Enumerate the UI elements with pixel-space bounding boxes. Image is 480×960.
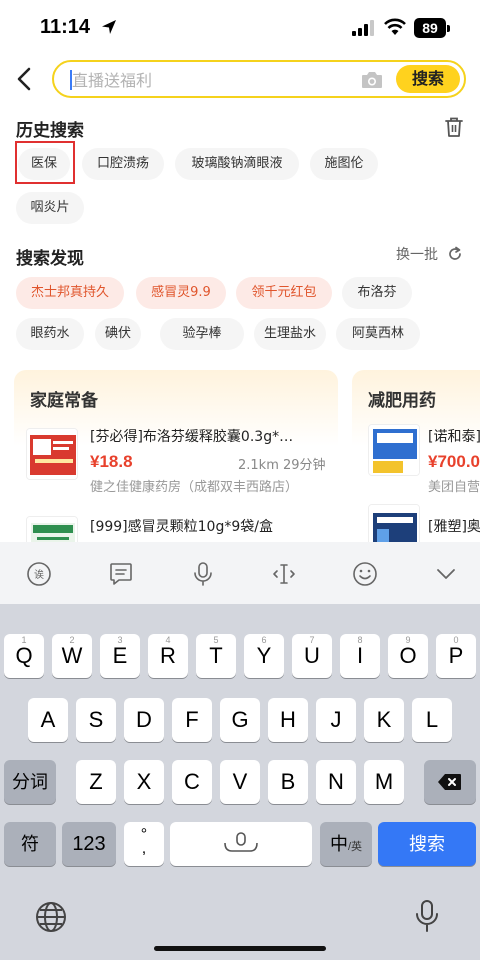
discover-chip[interactable]: 眼药水 (16, 318, 84, 350)
microphone-icon[interactable] (189, 560, 217, 588)
status-bar: 11:14 89 (0, 0, 480, 56)
product-title[interactable]: [诺和泰] (428, 426, 480, 446)
clipboard-icon[interactable] (107, 560, 135, 588)
input-method-icon[interactable]: 诶 (25, 560, 53, 588)
cursor-move-icon[interactable] (270, 560, 298, 588)
shop-name[interactable]: 健之佳健康药房（成都双丰西路店） (90, 476, 336, 495)
product-price: ¥700.0 (428, 452, 480, 471)
battery-tip (447, 25, 450, 32)
key-j[interactable]: J (316, 698, 356, 742)
key-x[interactable]: X (124, 760, 164, 804)
discover-chip[interactable]: 阿莫西林 (336, 318, 420, 350)
search-bar[interactable]: 搜索 (52, 60, 466, 98)
key-t[interactable]: 5T (196, 634, 236, 678)
globe-icon[interactable] (34, 900, 68, 934)
status-time: 11:14 (40, 16, 91, 38)
discover-chip-hot[interactable]: 杰士邦真持久 (16, 277, 124, 309)
history-chip[interactable]: 施图伦 (310, 148, 378, 180)
key-b[interactable]: B (268, 760, 308, 804)
category-card-family[interactable]: 家庭常备 [芬必得]布洛芬缓释胶囊0.3g*… ¥18.8 2.1km 29分钟… (14, 370, 338, 570)
key-d[interactable]: D (124, 698, 164, 742)
language-switch-key[interactable]: 中/英 (320, 822, 372, 866)
key-g[interactable]: G (220, 698, 260, 742)
key-l[interactable]: L (412, 698, 452, 742)
key-n[interactable]: N (316, 760, 356, 804)
key-o[interactable]: 9O (388, 634, 428, 678)
keyboard-search-key[interactable]: 搜索 (378, 822, 476, 866)
dictation-microphone-icon[interactable] (412, 898, 442, 934)
emoji-icon[interactable] (351, 560, 379, 588)
refresh-button[interactable]: 换一批 (396, 244, 438, 264)
key-w[interactable]: 2W (52, 634, 92, 678)
product-image[interactable] (368, 424, 420, 476)
key-m[interactable]: M (364, 760, 404, 804)
key-f[interactable]: F (172, 698, 212, 742)
discover-chip[interactable]: 碘伏 (95, 318, 141, 350)
home-indicator (154, 946, 326, 951)
battery-indicator: 89 (414, 18, 446, 38)
refresh-icon[interactable] (447, 246, 463, 262)
key-r[interactable]: 4R (148, 634, 188, 678)
backspace-icon (438, 774, 461, 790)
chevron-down-icon[interactable] (432, 560, 460, 588)
key-q[interactable]: 1Q (4, 634, 44, 678)
svg-text:诶: 诶 (34, 568, 44, 581)
delivery-distance: 2.1km 29分钟 (238, 458, 326, 473)
product-image[interactable] (26, 428, 78, 480)
shop-name[interactable]: 美团自营 (428, 476, 480, 495)
history-chip[interactable]: 咽炎片 (16, 192, 84, 224)
backspace-key[interactable] (424, 760, 476, 804)
key-z[interactable]: Z (76, 760, 116, 804)
wifi-icon (384, 18, 406, 35)
key-e[interactable]: 3E (100, 634, 140, 678)
product-title[interactable]: [芬必得]布洛芬缓释胶囊0.3g*… (90, 426, 330, 446)
discover-title: 搜索发现 (16, 249, 84, 269)
discover-chip-hot[interactable]: 感冒灵9.9 (136, 277, 226, 309)
trash-icon[interactable] (444, 116, 464, 138)
discover-chip[interactable]: 生理盐水 (254, 318, 326, 350)
product-title[interactable]: [999]感冒灵颗粒10g*9袋/盒 (90, 516, 330, 536)
history-chip[interactable]: 口腔溃疡 (82, 148, 164, 180)
back-icon[interactable] (12, 66, 38, 92)
discover-chip[interactable]: 布洛芬 (342, 277, 412, 309)
product-title[interactable]: [雅塑]奥 (428, 516, 480, 536)
history-title: 历史搜索 (16, 121, 84, 141)
discover-chip[interactable]: 验孕棒 (160, 318, 244, 350)
space-microphone-icon (224, 832, 258, 852)
category-card-weightloss[interactable]: 减肥用药 [诺和泰] ¥700.0 美团自营 [雅塑]奥 (352, 370, 480, 570)
history-chip[interactable]: 玻璃酸钠滴眼液 (175, 148, 299, 180)
highlight-box (15, 141, 75, 184)
location-arrow-icon (102, 20, 116, 34)
key-c[interactable]: C (172, 760, 212, 804)
key-h[interactable]: H (268, 698, 308, 742)
number-key[interactable]: 123 (62, 822, 116, 866)
cellular-signal-icon (352, 20, 374, 36)
product-price: ¥18.8 (90, 452, 133, 471)
space-key[interactable] (170, 822, 312, 866)
card-title: 家庭常备 (30, 391, 98, 411)
key-p[interactable]: 0P (436, 634, 476, 678)
keyboard: 诶 1Q 2W 3E 4R 5T 6Y 7U 8I 9O 0P A S D F … (0, 542, 480, 960)
camera-icon[interactable] (360, 70, 384, 90)
key-s[interactable]: S (76, 698, 116, 742)
key-y[interactable]: 6Y (244, 634, 284, 678)
search-input[interactable] (72, 66, 352, 94)
key-a[interactable]: A (28, 698, 68, 742)
punctuation-key[interactable]: ° , (124, 822, 164, 866)
symbol-key[interactable]: 符 (4, 822, 56, 866)
keyboard-toolbar: 诶 (0, 542, 480, 604)
key-v[interactable]: V (220, 760, 260, 804)
key-i[interactable]: 8I (340, 634, 380, 678)
search-button[interactable]: 搜索 (396, 65, 460, 93)
card-title: 减肥用药 (368, 391, 436, 411)
discover-chip-hot[interactable]: 领千元红包 (236, 277, 332, 309)
segment-key[interactable]: 分词 (4, 760, 56, 804)
key-k[interactable]: K (364, 698, 404, 742)
key-u[interactable]: 7U (292, 634, 332, 678)
